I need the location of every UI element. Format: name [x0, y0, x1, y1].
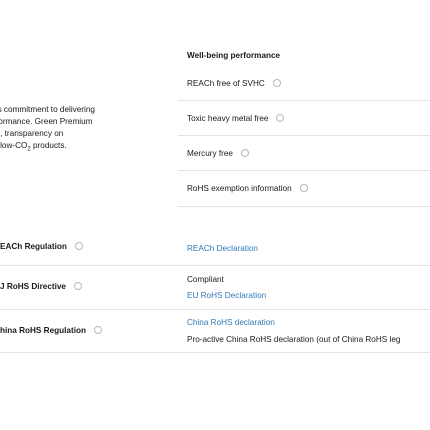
- divider: [0, 309, 430, 310]
- eu-rohs-declaration-link[interactable]: EU RoHS Declaration: [187, 291, 266, 302]
- co2-subscript: 2: [27, 146, 31, 153]
- china-rohs-regulation-row: hina RoHS Regulation: [0, 325, 102, 337]
- description-line-3: s, transparency on: [0, 129, 64, 138]
- reach-declaration-link[interactable]: REACh Declaration: [187, 244, 258, 255]
- divider: [178, 206, 430, 207]
- info-icon[interactable]: [276, 113, 285, 122]
- toxic-heavy-metal-item: Toxic heavy metal free: [187, 113, 285, 125]
- china-rohs-declaration-link[interactable]: China RoHS declaration: [187, 318, 275, 329]
- eu-rohs-directive-row: J RoHS Directive: [0, 281, 82, 293]
- reach-free-item: REACh free of SVHC: [187, 78, 281, 90]
- mercury-free-label: Mercury free: [187, 149, 233, 158]
- china-rohs-regulation-label: hina RoHS Regulation: [0, 326, 86, 335]
- info-icon[interactable]: [299, 183, 308, 192]
- divider: [0, 352, 430, 353]
- description-line-4-text: l low-CO: [0, 141, 28, 150]
- info-icon[interactable]: [93, 325, 102, 334]
- compliance-status: Compliant: [187, 275, 224, 284]
- description-line-1: 's commitment to delivering: [0, 105, 95, 114]
- divider: [178, 100, 430, 101]
- info-icon[interactable]: [73, 281, 82, 290]
- description-line-2: formance. Green Premium: [0, 117, 93, 126]
- reach-regulation-label: EACh Regulation: [0, 242, 67, 251]
- info-icon[interactable]: [240, 148, 249, 157]
- info-icon[interactable]: [74, 241, 83, 250]
- china-rohs-note: Pro-active China RoHS declaration (out o…: [187, 335, 401, 344]
- divider: [0, 265, 430, 266]
- divider: [178, 135, 430, 136]
- description-line-4-end: products.: [33, 141, 67, 150]
- divider: [178, 170, 430, 171]
- toxic-heavy-metal-label: Toxic heavy metal free: [187, 114, 269, 123]
- mercury-free-item: Mercury free: [187, 148, 249, 160]
- eu-rohs-directive-label: J RoHS Directive: [0, 282, 66, 291]
- reach-regulation-row: EACh Regulation: [0, 241, 83, 253]
- well-being-heading: Well-being performance: [187, 51, 281, 60]
- rohs-exemption-item: RoHS exemption information: [187, 183, 308, 195]
- green-premium-description: 's commitment to delivering formance. Gr…: [0, 104, 120, 156]
- reach-free-label: REACh free of SVHC: [187, 79, 265, 88]
- description-line-4: l low-CO2 products.: [0, 140, 120, 156]
- info-icon[interactable]: [272, 78, 281, 87]
- rohs-exemption-label: RoHS exemption information: [187, 184, 292, 193]
